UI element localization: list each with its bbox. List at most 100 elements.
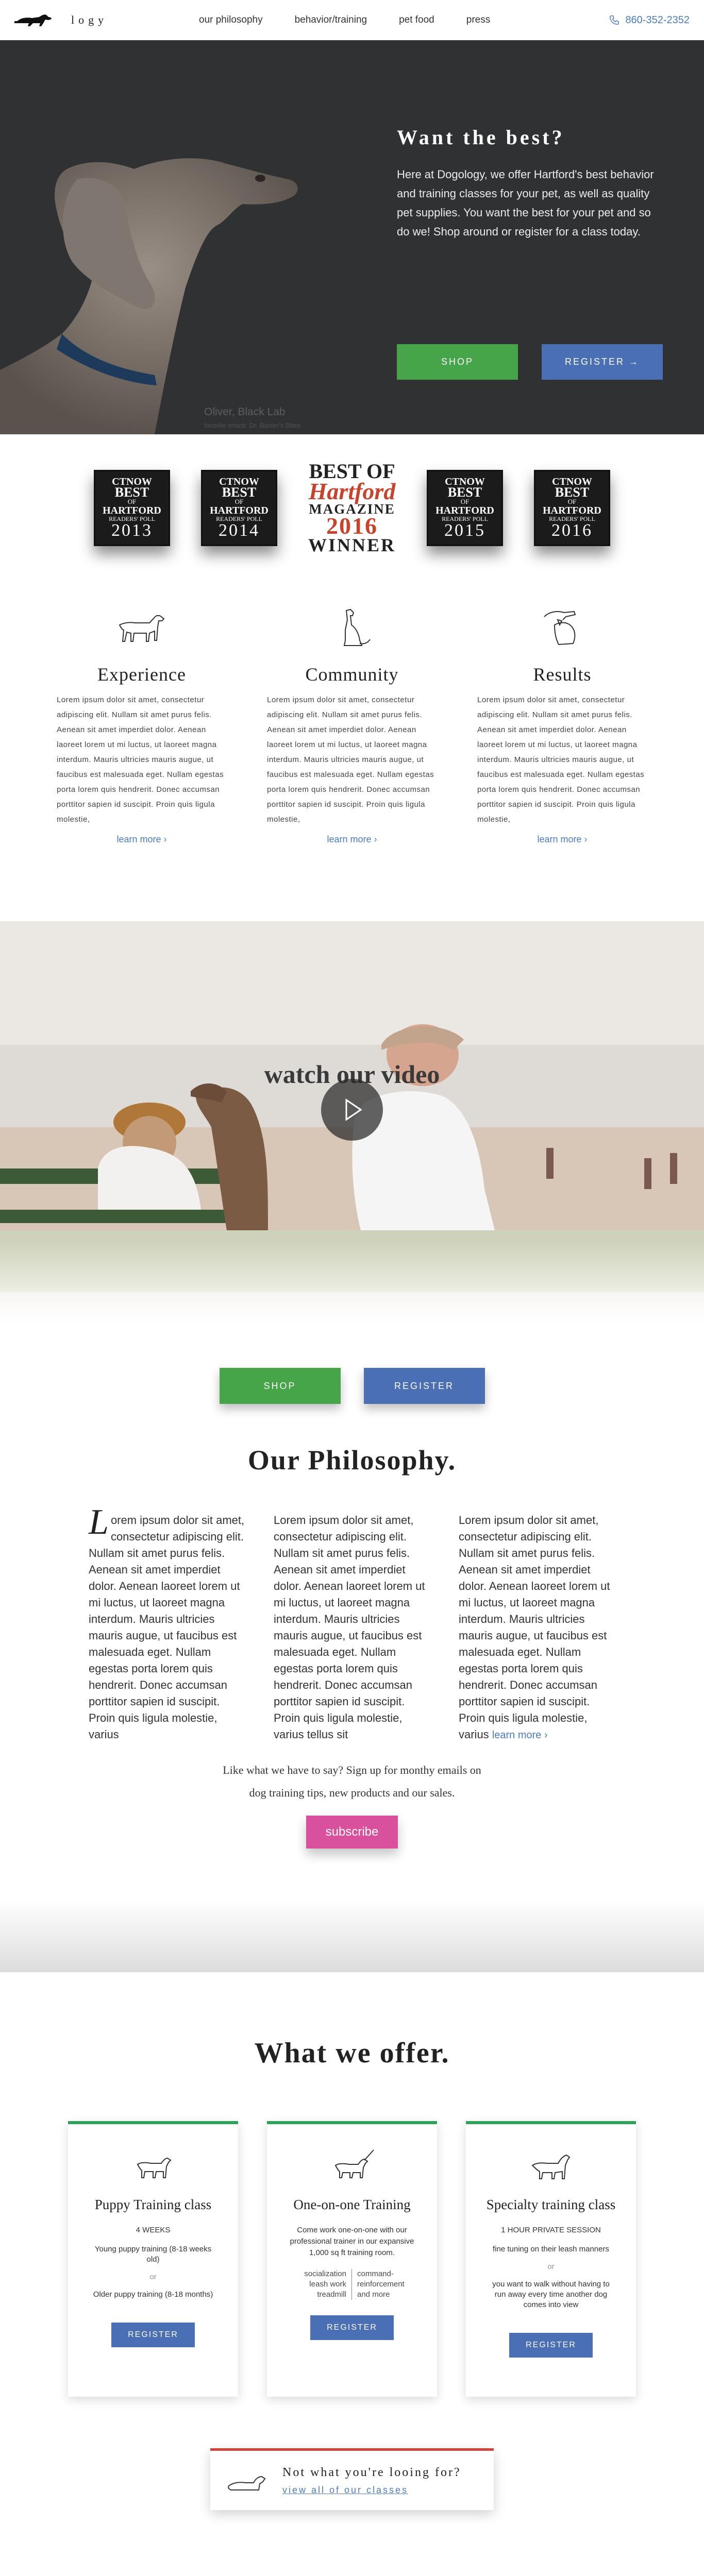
card-lead: 1 HOUR PRIVATE SESSION <box>501 2226 601 2234</box>
newsletter-line-2: dog training tips, new products and our … <box>249 1786 455 1799</box>
features: Experience Lorem ipsum dolor sit amet, c… <box>0 571 704 921</box>
award-city: HARTFORD <box>435 504 494 516</box>
hero-copy: Want the best? Here at Dogology, we offe… <box>397 125 665 241</box>
offer-card-specialty: Specialty training class 1 HOUR PRIVATE … <box>466 2121 636 2397</box>
feature-title: Community <box>305 664 399 685</box>
award-mid: BEST <box>114 484 149 500</box>
card-or: or <box>149 2273 157 2281</box>
hero-dog-photo <box>0 158 298 434</box>
philosophy-learn-more-link[interactable]: learn more › <box>492 1730 548 1741</box>
cta-buttons: SHOP REGISTER <box>0 1362 704 1439</box>
shop-button[interactable]: SHOP <box>219 1368 341 1404</box>
philosophy-column-1: L orem ipsum dolor sit amet, consectetur… <box>89 1502 245 1743</box>
feature-title: Experience <box>97 664 186 685</box>
nav-link-pet-food[interactable]: pet food <box>399 14 434 26</box>
card-or: or <box>547 2262 555 2271</box>
phone-number: 860-352-2352 <box>625 14 690 26</box>
puppy-icon <box>137 2157 172 2178</box>
play-button[interactable] <box>321 1079 383 1141</box>
award-badge-2014: CTNOW BEST OF HARTFORD READERS' POLL 201… <box>201 469 277 546</box>
hero-shop-button[interactable]: SHOP <box>397 344 518 380</box>
feature-title: Results <box>533 664 592 685</box>
award-big-line2: Hartford <box>308 478 396 504</box>
card-register-button[interactable]: REGISTER <box>310 2315 394 2340</box>
feature-results: Results Lorem ipsum dolor sit amet, cons… <box>477 602 647 921</box>
feature-text: Lorem ipsum dolor sit amet, consectetur … <box>267 696 434 824</box>
award-of: OF <box>567 497 577 505</box>
awards-row: CTNOW BEST OF HARTFORD READERS' POLL 201… <box>0 434 704 571</box>
card-lead: Come work one-on-one with our profession… <box>290 2226 414 2257</box>
dog-on-leash-icon <box>334 2149 374 2178</box>
award-hartford-magazine: BEST OF Hartford MAGAZINE 2016 WINNER <box>308 461 396 554</box>
card-register-button[interactable]: REGISTER <box>509 2333 593 2358</box>
video-section: watch our video <box>0 921 704 1362</box>
phone-icon <box>610 15 619 25</box>
award-mid: BEST <box>555 484 590 500</box>
award-year: 2014 <box>219 520 260 540</box>
offer-card-puppy: Puppy Training class 4 WEEKS Young puppy… <box>68 2121 238 2397</box>
sitting-dog-icon <box>343 608 371 646</box>
card-feature-columns: socialization leash work treadmill comma… <box>267 2269 437 2300</box>
hero: Oliver, Black Lab favorite snack: Dr. Ba… <box>0 40 704 434</box>
logo-text: logy <box>71 13 108 26</box>
drop-cap: L <box>89 1502 109 1542</box>
card-register-button[interactable]: REGISTER <box>111 2323 195 2347</box>
philosophy-columns: L orem ipsum dolor sit amet, consectetur… <box>0 1502 704 1743</box>
all-classes-title: Not what you're looing for? <box>282 2465 461 2479</box>
all-classes-banner: Not what you're looing for? view all of … <box>210 2448 494 2510</box>
philosophy-column-3: Lorem ipsum dolor sit amet, consectetur … <box>459 1512 615 1743</box>
feature-learn-more-link[interactable]: learn more › <box>477 834 647 845</box>
feature-experience: Experience Lorem ipsum dolor sit amet, c… <box>57 602 227 921</box>
feature-learn-more-link[interactable]: learn more › <box>57 834 227 845</box>
card-option-1: Young puppy training (8-18 weeks old) <box>94 2245 212 2264</box>
hero-actions: SHOP REGISTER → <box>397 344 663 380</box>
card-title: Puppy Training class <box>94 2197 212 2212</box>
award-city: HARTFORD <box>210 504 269 516</box>
nav-link-our-philosophy[interactable]: our philosophy <box>199 14 263 26</box>
offer-section: What we offer. Puppy Training class 4 WE… <box>0 1985 704 2552</box>
feature-text: Lorem ipsum dolor sit amet, consectetur … <box>477 696 645 824</box>
subscribe-button[interactable]: subscribe <box>306 1816 398 1849</box>
offer-cards: Puppy Training class 4 WEEKS Young puppy… <box>0 2121 704 2397</box>
alert-dog-icon <box>531 2154 571 2179</box>
feature-text: Lorem ipsum dolor sit amet, consectetur … <box>57 696 224 824</box>
hero-register-button[interactable]: REGISTER → <box>542 344 663 380</box>
feature-community: Community Lorem ipsum dolor sit amet, co… <box>267 602 437 921</box>
card-details: fine tuning on their leash manners or yo… <box>466 2244 636 2310</box>
philosophy-section: Our Philosophy. L orem ipsum dolor sit a… <box>0 1439 704 1985</box>
award-city: HARTFORD <box>103 504 161 516</box>
philosophy-text-2: Lorem ipsum dolor sit amet, consectetur … <box>274 1514 425 1741</box>
view-all-classes-link[interactable]: view all of our classes <box>282 2485 461 2496</box>
award-badge-2013: CTNOW BEST OF HARTFORD READERS' POLL 201… <box>94 469 170 546</box>
award-of: OF <box>234 497 244 505</box>
award-badge-2015: CTNOW BEST OF HARTFORD READERS' POLL 201… <box>427 469 503 546</box>
card-title: One-on-one Training <box>293 2197 411 2212</box>
award-year: 2015 <box>444 520 485 540</box>
philosophy-text-1: orem ipsum dolor sit amet, consectetur a… <box>89 1514 245 1741</box>
award-of: OF <box>127 497 137 505</box>
philosophy-column-2: Lorem ipsum dolor sit amet, consectetur … <box>274 1512 430 1743</box>
nav-link-behavior-training[interactable]: behavior/training <box>295 14 367 26</box>
newsletter: Like what we have to say? Sign up for mo… <box>0 1759 704 1849</box>
caption-sub: favorite snack: Dr. Baxter's Bites <box>204 421 300 429</box>
card-details: Young puppy training (8-18 weeks old) or… <box>68 2244 238 2300</box>
philosophy-title: Our Philosophy. <box>247 1445 457 1476</box>
card-option-1: fine tuning on their leash manners <box>493 2245 609 2253</box>
top-nav: logy our philosophy behavior/training pe… <box>0 0 704 40</box>
award-mid: BEST <box>447 484 482 500</box>
card-features-right: command-reinforcement and more <box>357 2269 405 2299</box>
feature-learn-more-link[interactable]: learn more › <box>267 834 437 845</box>
award-badge-2016: CTNOW BEST OF HARTFORD READERS' POLL 201… <box>534 469 610 546</box>
register-button[interactable]: REGISTER <box>363 1368 485 1404</box>
logo[interactable]: logy <box>14 11 123 29</box>
card-features-left: socialization leash work treadmill <box>295 2269 352 2300</box>
philosophy-text-3: Lorem ipsum dolor sit amet, consectetur … <box>459 1514 610 1741</box>
lying-dog-icon <box>228 2476 266 2490</box>
hero-title: Want the best? <box>397 126 565 149</box>
logo-dog-icon <box>14 14 52 26</box>
section-divider <box>0 1900 704 1972</box>
nav-link-press[interactable]: press <box>466 14 490 26</box>
phone-link[interactable]: 860-352-2352 <box>609 14 690 26</box>
card-title: Specialty training class <box>486 2197 616 2212</box>
newsletter-line-1: Like what we have to say? Sign up for mo… <box>223 1764 481 1776</box>
